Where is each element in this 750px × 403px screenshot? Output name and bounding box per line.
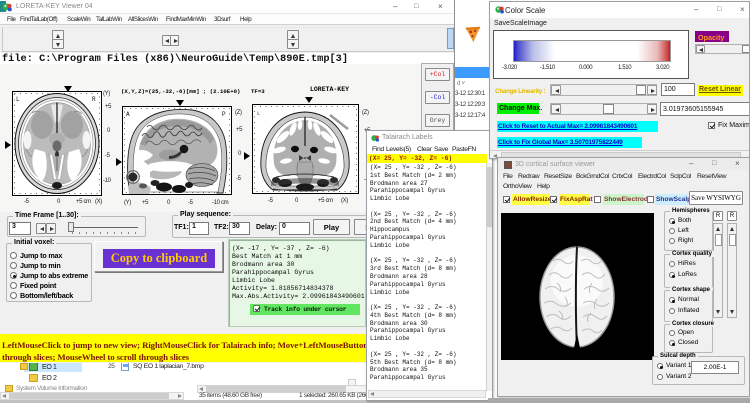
svg-text:R: R [92,96,96,103]
svg-text:P: P [222,111,226,118]
svg-text:L: L [257,110,260,117]
svg-text:A: A [126,111,130,118]
svg-text:L: L [16,96,20,103]
